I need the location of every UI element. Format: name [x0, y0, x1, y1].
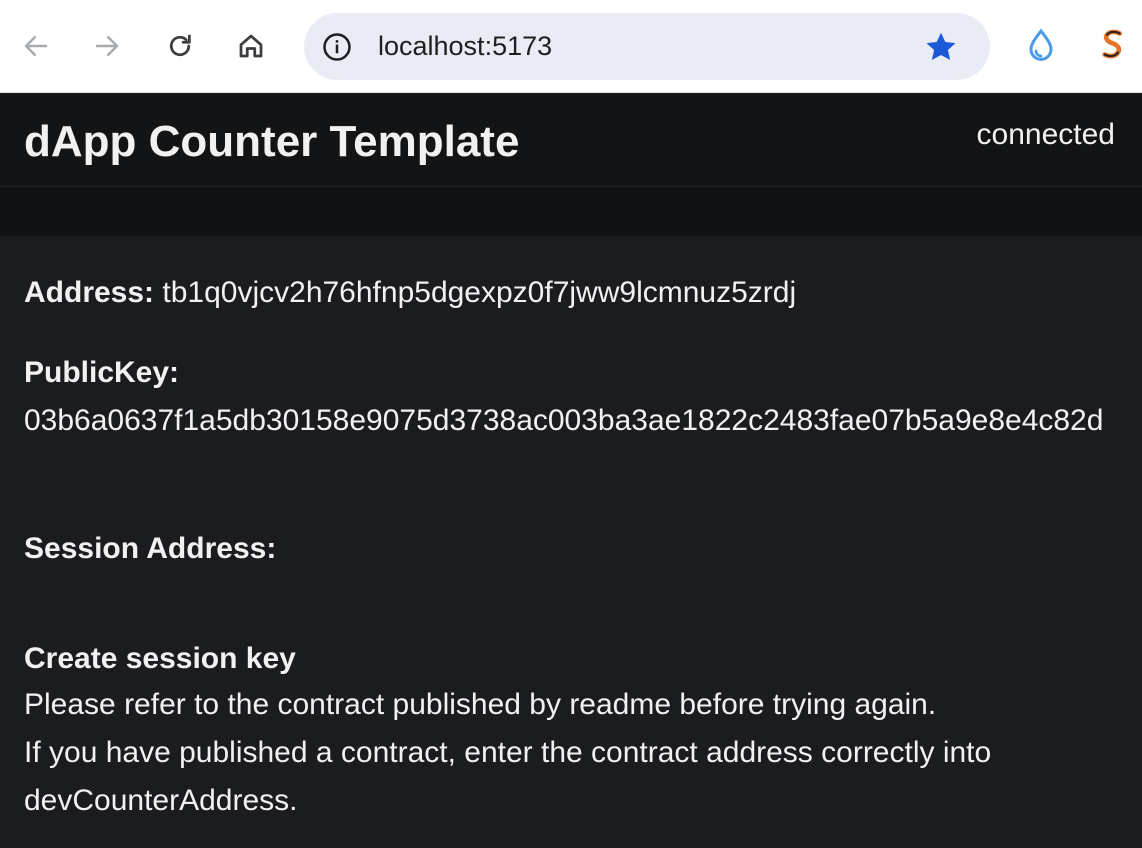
page-title: dApp Counter Template: [24, 117, 520, 166]
url-text[interactable]: localhost:5173: [378, 31, 552, 62]
session-message-readme: Please refer to the contract published b…: [24, 688, 937, 721]
wallet-extension-icon[interactable]: [1093, 26, 1133, 66]
reload-icon: [169, 34, 191, 57]
arrow-right-icon: [95, 36, 119, 56]
header-divider: [0, 187, 1142, 236]
public-key-row: PublicKey:: [24, 349, 179, 397]
address-label: Address:: [24, 276, 155, 309]
browser-toolbar: localhost:5173: [0, 0, 1142, 93]
home-button[interactable]: [229, 24, 273, 68]
session-address-row: Session Address:: [24, 525, 276, 573]
connection-status: connected: [976, 118, 1115, 151]
back-button[interactable]: [14, 24, 58, 68]
arrow-left-icon: [24, 36, 48, 56]
public-key-label: PublicKey:: [24, 356, 180, 389]
forward-button[interactable]: [85, 24, 129, 68]
droplet-icon[interactable]: [1021, 26, 1061, 66]
home-icon: [239, 34, 263, 58]
address-value: tb1q0vjcv2h76hfnp5dgexpz0f7jww9lcmnuz5zr…: [162, 276, 797, 309]
create-session-key-heading: Create session key: [24, 642, 296, 675]
main-content: Address: tb1q0vjcv2h76hfnp5dgexpz0f7jww9…: [0, 236, 1142, 848]
star-icon[interactable]: [923, 29, 959, 65]
address-bar[interactable]: localhost:5173: [304, 13, 990, 80]
public-key-value: 03b6a0637f1a5db30158e9075d3738ac003ba3ae…: [24, 404, 1104, 437]
app-header: dApp Counter Template connected: [0, 94, 1142, 187]
info-icon[interactable]: [322, 32, 352, 62]
reload-button[interactable]: [158, 24, 202, 68]
session-address-label: Session Address:: [24, 532, 277, 565]
session-message-contract: If you have published a contract, enter …: [24, 736, 992, 817]
address-row: Address: tb1q0vjcv2h76hfnp5dgexpz0f7jww9…: [24, 269, 796, 317]
